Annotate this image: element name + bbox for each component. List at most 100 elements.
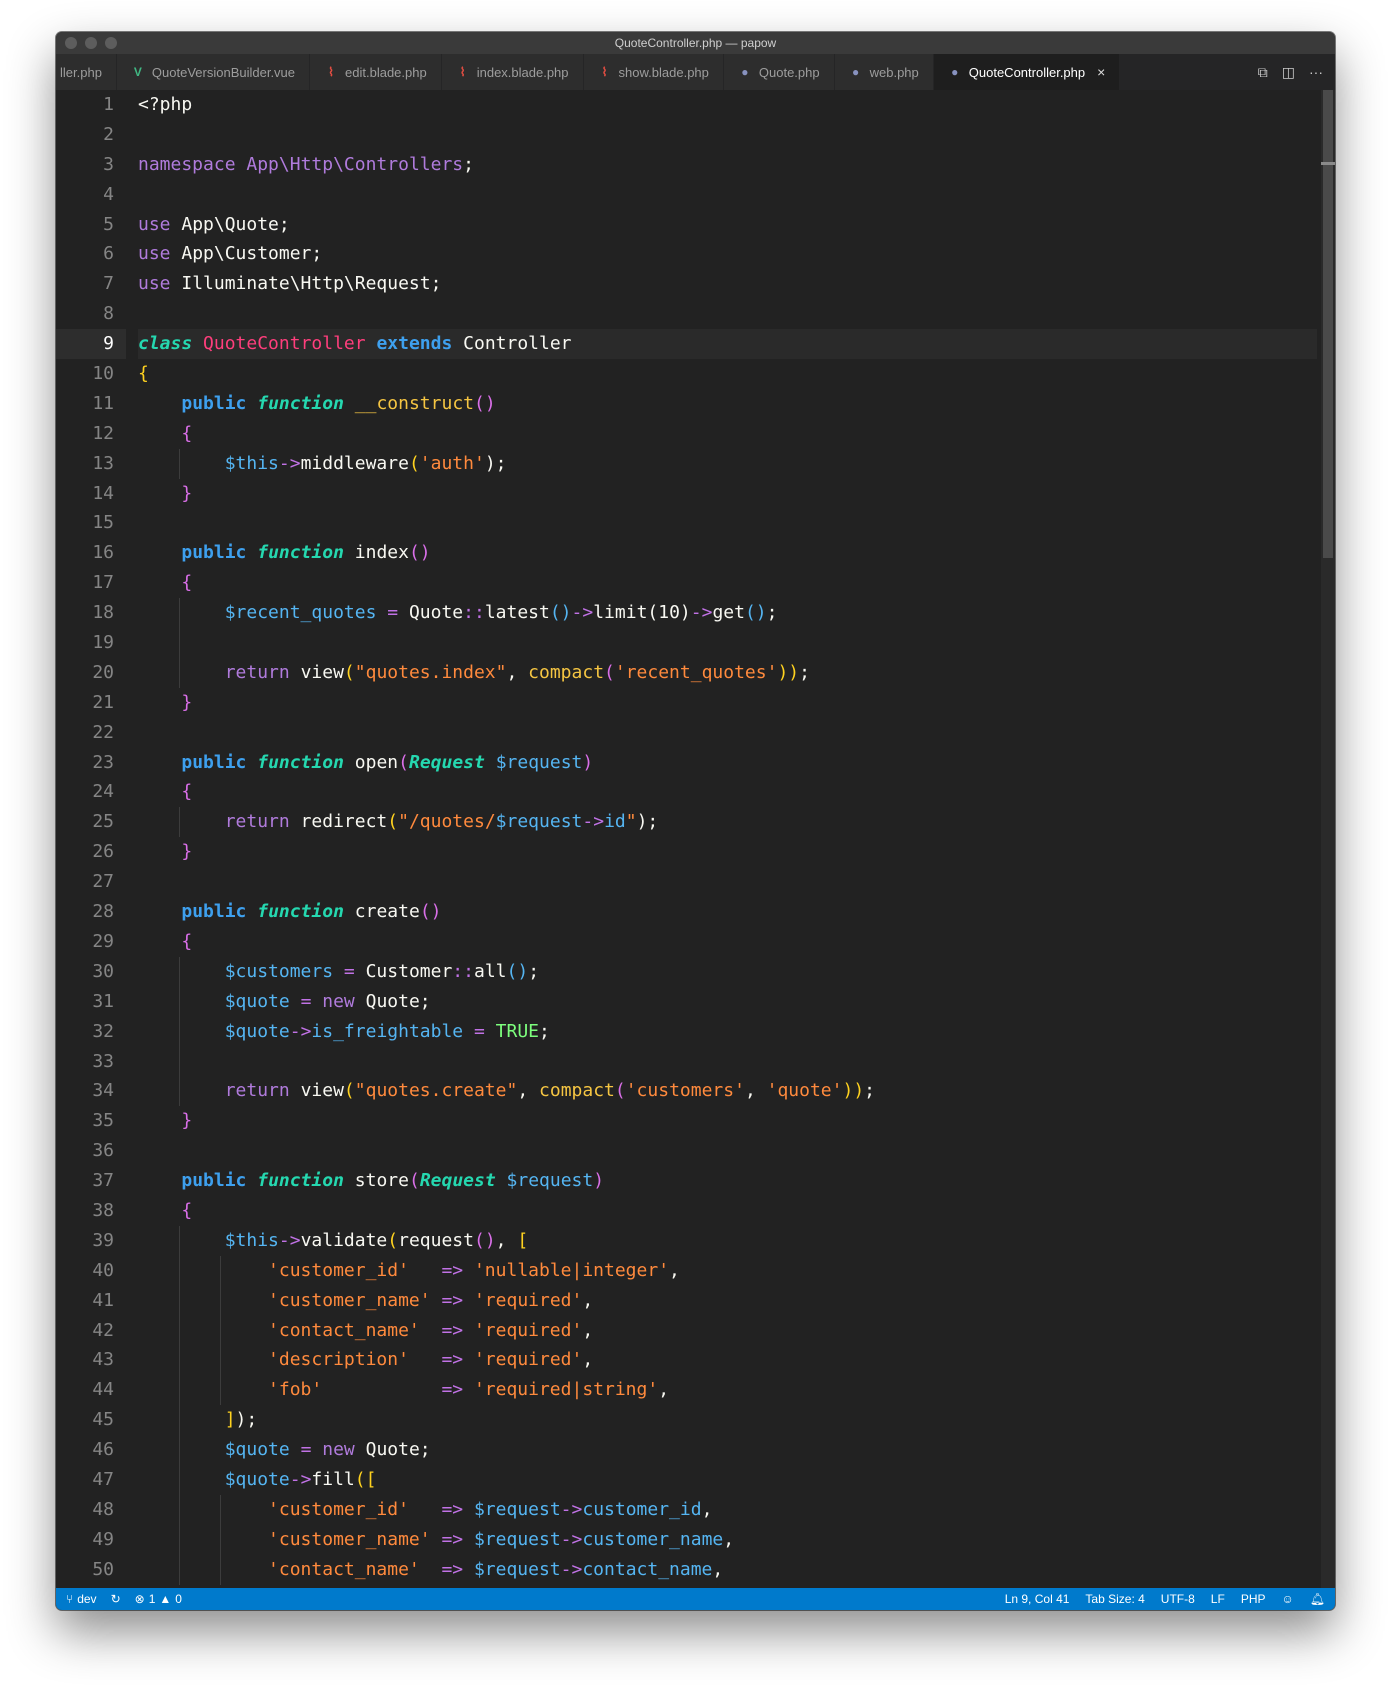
- language-mode[interactable]: PHP: [1241, 1592, 1266, 1606]
- line-number: 41: [92, 1289, 114, 1311]
- code-line-26: }: [181, 841, 193, 863]
- cursor-position[interactable]: Ln 9, Col 41: [1005, 1592, 1070, 1606]
- line-number: 27: [92, 871, 114, 893]
- laravel-icon: ⌇: [601, 65, 608, 79]
- line-number: 8: [103, 303, 114, 325]
- code-line-11: public function __construct(): [181, 392, 496, 414]
- close-tab-icon[interactable]: ×: [1097, 64, 1105, 80]
- code-line-30: $customers = Customer::all();: [138, 956, 1317, 987]
- line-number: 46: [92, 1439, 114, 1461]
- editor-window: QuoteController.php — papow ller.php V Q…: [56, 32, 1335, 1610]
- line-number: 43: [92, 1349, 114, 1371]
- line-number: 6: [103, 243, 114, 265]
- git-branch-indicator[interactable]: ⑂ dev: [66, 1592, 97, 1606]
- line-number: 30: [92, 960, 114, 982]
- tab-index-blade[interactable]: ⌇ index.blade.php: [441, 54, 584, 90]
- code-line-29: {: [181, 930, 193, 952]
- tab-controller-php[interactable]: ller.php: [56, 54, 117, 90]
- minimize-window-button[interactable]: [85, 37, 97, 49]
- code-line-48: 'customer_id' => $request->customer_id,: [138, 1494, 1317, 1525]
- code-line-46: $quote = new Quote;: [138, 1435, 1317, 1465]
- code-editor[interactable]: 1 2 3 4 5 6 7 8 9 10 11 12 13 14 15 16 17 18 19 20 21 22 23 24 2…: [56, 90, 1335, 1588]
- code-line-33: [138, 1046, 1317, 1077]
- code-line-42: 'contact_name' => 'required',: [138, 1315, 1317, 1346]
- encoding-setting[interactable]: UTF-8: [1161, 1592, 1195, 1606]
- code-line-9: class QuoteController extends Controller: [138, 329, 1317, 360]
- code-line-20: return view("quotes.index", compact('rec…: [138, 657, 1317, 688]
- code-line-39: $this->validate(request(), [: [138, 1225, 1317, 1256]
- code-line-44: 'fob' => 'required|string',: [138, 1375, 1317, 1406]
- code-line-31: $quote = new Quote;: [138, 986, 1317, 1017]
- code-line-1: <?php: [138, 94, 193, 115]
- code-line-10: {: [138, 363, 149, 385]
- line-number: 34: [92, 1080, 114, 1102]
- line-number: 14: [92, 482, 114, 504]
- tab-quotecontroller-php[interactable]: ● QuoteController.php ×: [933, 54, 1121, 90]
- line-number: 4: [103, 183, 114, 205]
- feedback-smiley-icon[interactable]: ☺: [1282, 1592, 1294, 1606]
- line-number: 10: [92, 363, 114, 385]
- line-number: 19: [92, 632, 114, 654]
- line-number: 15: [92, 512, 114, 534]
- php-icon: ●: [951, 65, 959, 79]
- line-number: 16: [92, 542, 114, 564]
- line-ending-setting[interactable]: LF: [1211, 1592, 1225, 1606]
- line-number: 36: [92, 1140, 114, 1162]
- line-number: 26: [92, 841, 114, 863]
- code-line-24: {: [181, 781, 193, 803]
- php-icon: ●: [851, 65, 860, 79]
- sync-button[interactable]: ↻: [111, 1592, 121, 1606]
- line-number: 9: [56, 329, 126, 360]
- line-number: 7: [103, 273, 114, 295]
- code-line-49: 'customer_name' => $request->customer_na…: [138, 1524, 1317, 1555]
- laravel-icon: ⌇: [459, 65, 466, 79]
- code-line-6: use App\Customer;: [138, 243, 323, 265]
- tab-web-php[interactable]: ● web.php: [834, 54, 934, 90]
- open-changes-icon[interactable]: ⧉: [1258, 64, 1268, 81]
- line-number: 32: [92, 1020, 114, 1042]
- code-line-40: 'customer_id' => 'nullable|integer',: [138, 1255, 1317, 1286]
- line-number: 22: [92, 721, 114, 743]
- line-number: 29: [92, 930, 114, 952]
- tab-quote-php[interactable]: ● Quote.php: [723, 54, 835, 90]
- line-number: 11: [92, 392, 114, 414]
- line-number: 23: [92, 751, 114, 773]
- indentation-setting[interactable]: Tab Size: 4: [1085, 1592, 1144, 1606]
- title-bar: QuoteController.php — papow: [56, 32, 1335, 54]
- code-line-32: $quote->is_freightable = TRUE;: [138, 1016, 1317, 1047]
- line-number: 17: [92, 572, 114, 594]
- more-actions-icon[interactable]: ···: [1309, 64, 1323, 80]
- window-title: QuoteController.php — papow: [614, 36, 777, 50]
- line-number: 37: [92, 1170, 114, 1192]
- code-area[interactable]: <?php namespace App\Http\Controllers; us…: [138, 90, 1317, 1588]
- scrollbar-cursor-marker: [1321, 162, 1335, 165]
- line-number: 1: [103, 94, 114, 115]
- zoom-window-button[interactable]: [105, 37, 117, 49]
- line-number: 44: [92, 1379, 114, 1401]
- line-number-gutter: 1 2 3 4 5 6 7 8 9 10 11 12 13 14 15 16 17 18 19 20 21 22 23 24 2…: [56, 90, 126, 1588]
- tab-quoteversionbuilder-vue[interactable]: V QuoteVersionBuilder.vue: [116, 54, 311, 90]
- code-line-19: [138, 628, 1317, 658]
- line-number: 42: [92, 1319, 114, 1341]
- sync-icon: ↻: [110, 1592, 121, 1606]
- close-window-button[interactable]: [65, 37, 77, 49]
- line-number: 2: [103, 123, 114, 145]
- scrollbar-thumb[interactable]: [1323, 90, 1333, 558]
- vertical-scrollbar[interactable]: [1321, 90, 1335, 1588]
- line-number: 28: [92, 901, 114, 923]
- code-line-13: $this->middleware('auth');: [138, 448, 1317, 479]
- code-line-25: return redirect("/quotes/$request->id");: [138, 807, 1317, 838]
- tab-show-blade[interactable]: ⌇ show.blade.php: [583, 54, 724, 90]
- tab-edit-blade[interactable]: ⌇ edit.blade.php: [310, 54, 442, 90]
- problems-indicator[interactable]: ⊗ 1 ▲ 0: [135, 1592, 182, 1606]
- git-branch-icon: ⑂: [66, 1592, 74, 1606]
- notifications-bell-icon[interactable]: 🔔︎: [1310, 1592, 1325, 1606]
- line-number: 18: [92, 602, 114, 624]
- split-editor-icon[interactable]: ◫: [1282, 64, 1295, 81]
